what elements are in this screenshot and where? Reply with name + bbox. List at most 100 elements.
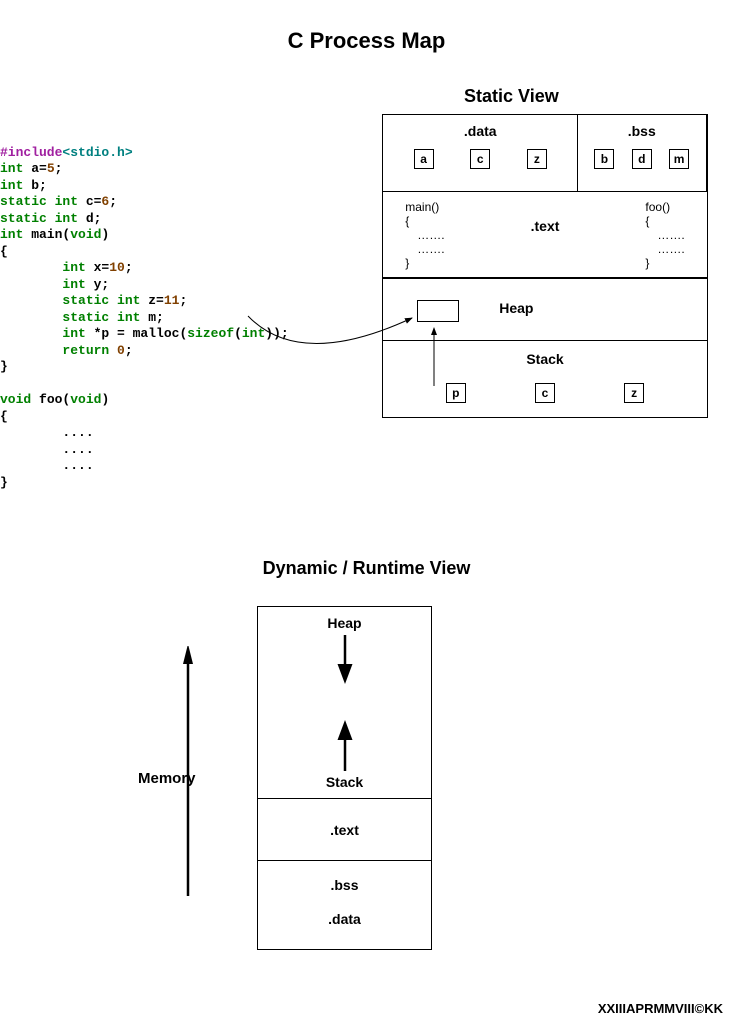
foo-function-block: foo() { ……. ……. }: [645, 200, 684, 270]
code-token: {: [0, 244, 8, 259]
code-token: 10: [109, 260, 125, 275]
code-token: static int: [0, 211, 78, 226]
bss-segment: .bss b d m: [577, 114, 707, 192]
code-token: ....: [0, 442, 94, 457]
heap-label: Heap: [499, 300, 533, 316]
code-token: [0, 293, 62, 308]
code-token: #include: [0, 145, 62, 160]
code-token: static int: [0, 194, 78, 209]
code-token: 0: [117, 343, 125, 358]
code-token: static int: [62, 310, 140, 325]
code-token: m;: [140, 310, 163, 325]
var-c-stack: c: [535, 383, 555, 403]
static-view-diagram: .data a c z .bss b d m main() { ……. ……. …: [382, 114, 708, 418]
static-view-title: Static View: [464, 86, 559, 107]
code-token: ): [101, 227, 109, 242]
code-token: c=: [78, 194, 101, 209]
var-b: b: [594, 149, 614, 169]
code-token: (: [234, 326, 242, 341]
code-token: y;: [86, 277, 109, 292]
code-token: int: [0, 227, 23, 242]
dyn-text-row: .text: [258, 799, 431, 861]
code-token: foo(: [31, 392, 70, 407]
var-z: z: [527, 149, 547, 169]
stack-label: Stack: [526, 351, 563, 367]
code-token: void: [70, 392, 101, 407]
code-token: 11: [164, 293, 180, 308]
code-token: ;: [55, 161, 63, 176]
var-d: d: [632, 149, 652, 169]
code-token: *p = malloc(: [86, 326, 187, 341]
dyn-data-label: .data: [258, 911, 431, 927]
data-label: .data: [383, 123, 577, 139]
dots: …….: [417, 242, 444, 256]
brace: {: [645, 214, 649, 228]
code-token: ;: [125, 343, 133, 358]
heap-alloc-box: [417, 300, 459, 322]
code-token: z=: [140, 293, 163, 308]
code-token: b;: [23, 178, 46, 193]
brace: }: [405, 256, 409, 270]
code-token: ;: [125, 260, 133, 275]
func-name: main(): [405, 200, 439, 214]
code-token: [0, 343, 62, 358]
data-segment: .data a c z: [382, 114, 578, 192]
dyn-heap-stack-row: Heap Stack: [258, 607, 431, 799]
code-token: ;: [109, 194, 117, 209]
heap-segment: Heap: [382, 277, 708, 341]
code-token: [0, 277, 62, 292]
code-token: void: [0, 392, 31, 407]
code-token: [109, 343, 117, 358]
code-token: <stdio.h>: [62, 145, 132, 160]
code-token: ....: [0, 458, 94, 473]
code-token: return: [62, 343, 109, 358]
main-function-block: main() { ……. ……. }: [405, 200, 444, 270]
code-token: int: [0, 161, 23, 176]
memory-arrow: [178, 646, 198, 906]
dots: …….: [657, 228, 684, 242]
code-token: static int: [62, 293, 140, 308]
brace: }: [645, 256, 649, 270]
page-title: C Process Map: [0, 28, 733, 54]
code-token: {: [0, 409, 8, 424]
code-token: int: [62, 326, 85, 341]
code-token: [0, 310, 62, 325]
code-token: x=: [86, 260, 109, 275]
code-token: ));: [265, 326, 288, 341]
code-listing: #include<stdio.h> int a=5; int b; static…: [0, 128, 289, 491]
code-token: ): [101, 392, 109, 407]
code-token: }: [0, 359, 8, 374]
var-c: c: [470, 149, 490, 169]
var-a: a: [414, 149, 434, 169]
text-segment: main() { ……. ……. } .text foo() { ……. …….…: [382, 191, 708, 279]
dyn-bss-label: .bss: [258, 877, 431, 893]
var-m: m: [669, 149, 689, 169]
code-token: ....: [0, 425, 94, 440]
func-name: foo(): [645, 200, 670, 214]
code-token: [0, 326, 62, 341]
code-token: int: [62, 260, 85, 275]
heap-stack-arrows: [258, 607, 433, 799]
dots: …….: [657, 242, 684, 256]
code-token: [0, 260, 62, 275]
code-token: sizeof: [187, 326, 234, 341]
code-token: 5: [47, 161, 55, 176]
code-token: void: [70, 227, 101, 242]
code-token: }: [0, 475, 8, 490]
code-token: a=: [23, 161, 46, 176]
bss-label: .bss: [578, 123, 706, 139]
brace: {: [405, 214, 409, 228]
var-z-stack: z: [624, 383, 644, 403]
code-token: int: [242, 326, 265, 341]
dots: …….: [417, 228, 444, 242]
code-token: int: [0, 178, 23, 193]
code-token: main(: [23, 227, 70, 242]
stack-segment: Stack p c z: [382, 340, 708, 418]
code-token: d;: [78, 211, 101, 226]
code-token: ;: [179, 293, 187, 308]
dyn-bss-data-row: .bss .data: [258, 861, 431, 949]
dynamic-view-title: Dynamic / Runtime View: [0, 558, 733, 579]
text-label: .text: [531, 218, 560, 234]
dynamic-view-diagram: Heap Stack .text .bss .data: [257, 606, 432, 950]
code-token: int: [62, 277, 85, 292]
